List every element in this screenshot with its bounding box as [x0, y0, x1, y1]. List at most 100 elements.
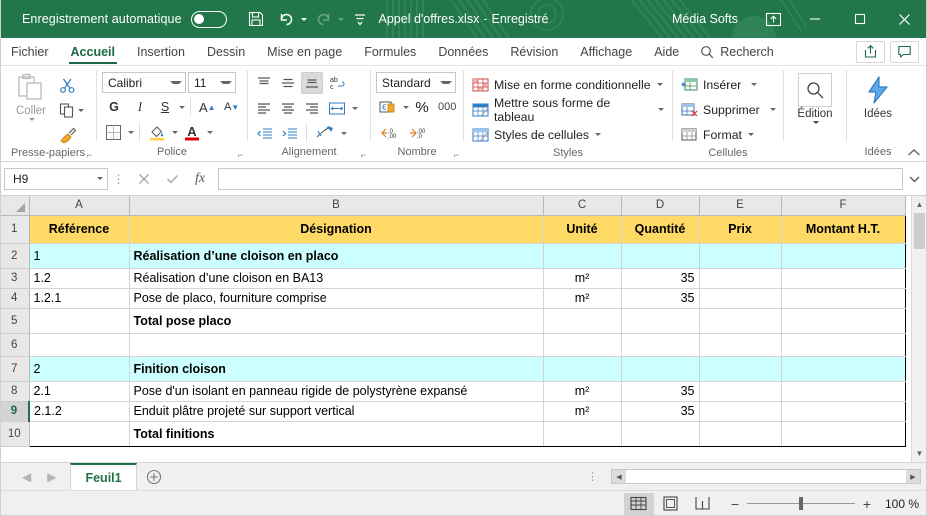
- cell-f7[interactable]: [781, 356, 906, 382]
- zoom-level-label[interactable]: 100 %: [885, 497, 919, 511]
- undo-dropdown-icon[interactable]: [300, 17, 307, 21]
- expand-formula-bar-icon[interactable]: [905, 168, 923, 190]
- italic-button[interactable]: I: [128, 96, 152, 118]
- font-family-dropdown-icon[interactable]: [170, 81, 182, 84]
- copy-button[interactable]: [57, 98, 84, 122]
- font-size-dropdown-icon[interactable]: [220, 81, 232, 84]
- tab-mise-en-page[interactable]: Mise en page: [256, 38, 353, 65]
- cell-styles-button[interactable]: Styles de cellules: [469, 123, 667, 146]
- wrap-text-dropdown-icon[interactable]: [352, 106, 358, 110]
- zoom-out-button[interactable]: −: [730, 496, 740, 512]
- align-right-button[interactable]: [301, 97, 323, 119]
- cell-c8[interactable]: m²: [543, 381, 622, 402]
- close-button[interactable]: [882, 0, 927, 38]
- ideas-button[interactable]: Idées: [852, 71, 904, 120]
- tab-affichage[interactable]: Affichage: [569, 38, 643, 65]
- tab-formules[interactable]: Formules: [353, 38, 427, 65]
- alignment-dialog-launcher-icon[interactable]: ⌐: [361, 150, 366, 160]
- row-header-7[interactable]: 7: [0, 356, 30, 382]
- font-dialog-launcher-icon[interactable]: ⌐: [238, 150, 243, 160]
- add-sheet-icon[interactable]: [137, 463, 171, 490]
- paste-button[interactable]: Coller: [5, 71, 57, 121]
- vertical-scrollbar[interactable]: ▲ ▼: [911, 196, 927, 462]
- cell-f1[interactable]: Montant H.T.: [781, 214, 906, 244]
- accounting-dropdown-icon[interactable]: [403, 105, 409, 109]
- scroll-down-icon[interactable]: ▼: [912, 445, 927, 462]
- scroll-right-icon[interactable]: ▶: [906, 470, 920, 483]
- format-as-table-dropdown-icon[interactable]: [658, 108, 664, 111]
- undo-button[interactable]: [273, 6, 307, 32]
- cell-f3[interactable]: [781, 268, 906, 289]
- column-header-f[interactable]: F: [781, 196, 906, 216]
- name-box[interactable]: H9: [4, 167, 108, 190]
- share-icon[interactable]: [856, 40, 885, 63]
- tab-accueil[interactable]: Accueil: [60, 38, 126, 65]
- cell-b9[interactable]: Enduit plâtre projeté sur support vertic…: [129, 401, 544, 422]
- borders-button[interactable]: [102, 121, 125, 143]
- bold-button[interactable]: G: [102, 96, 126, 118]
- font-color-dropdown-icon[interactable]: [207, 130, 213, 134]
- underline-button[interactable]: S: [154, 96, 176, 118]
- number-dialog-launcher-icon[interactable]: ⌐: [454, 150, 459, 160]
- save-icon[interactable]: [243, 6, 270, 32]
- cell-b8[interactable]: Pose d'un isolant en panneau rigide de p…: [129, 381, 544, 402]
- insert-cells-dropdown-icon[interactable]: [751, 83, 758, 86]
- font-color-button[interactable]: A: [180, 121, 204, 143]
- cell-a9[interactable]: 2.1.2: [28, 401, 130, 422]
- cell-a3[interactable]: 1.2: [28, 268, 130, 289]
- borders-dropdown-icon[interactable]: [128, 130, 134, 134]
- vertical-scroll-thumb[interactable]: [914, 213, 925, 249]
- cell-c4[interactable]: m²: [543, 288, 622, 309]
- align-bottom-button[interactable]: [301, 72, 323, 94]
- cell-d1[interactable]: Quantité: [621, 214, 700, 244]
- merge-center-dropdown-icon[interactable]: [341, 131, 347, 135]
- paste-dropdown-icon[interactable]: [28, 118, 35, 121]
- tab-split-handle[interactable]: ⋮: [581, 470, 605, 483]
- cell-e2[interactable]: [699, 243, 782, 269]
- tab-revision[interactable]: Révision: [499, 38, 569, 65]
- cell-f4[interactable]: [781, 288, 906, 309]
- horizontal-scrollbar[interactable]: ◀ ▶: [611, 469, 921, 484]
- customize-qat-icon[interactable]: [347, 6, 374, 32]
- cell-d7[interactable]: [621, 356, 700, 382]
- cell-e1[interactable]: Prix: [699, 214, 782, 244]
- increase-decimal-button[interactable]: ,0,00: [376, 121, 403, 143]
- cell-c5[interactable]: [543, 308, 622, 334]
- row-header-8[interactable]: 8: [0, 381, 30, 402]
- cell-f2[interactable]: [781, 243, 906, 269]
- column-header-e[interactable]: E: [699, 196, 782, 216]
- cell-f5[interactable]: [781, 308, 906, 334]
- cell-b10[interactable]: Total finitions: [129, 421, 544, 447]
- accounting-format-button[interactable]: €: [376, 96, 400, 118]
- zoom-slider-thumb[interactable]: [798, 497, 803, 510]
- page-layout-view-icon[interactable]: [656, 493, 686, 515]
- align-center-button[interactable]: [277, 97, 299, 119]
- cell-b3[interactable]: Réalisation d’une cloison en BA13: [129, 268, 544, 289]
- format-as-table-button[interactable]: Mettre sous forme de tableau: [469, 96, 667, 124]
- align-middle-button[interactable]: [277, 72, 299, 94]
- cell-f8[interactable]: [781, 381, 906, 402]
- horizontal-scroll-thumb[interactable]: [626, 470, 906, 483]
- cell-f6[interactable]: [781, 333, 906, 357]
- increase-indent-button[interactable]: [278, 122, 301, 144]
- cell-a8[interactable]: 2.1: [28, 381, 130, 402]
- cell-c10[interactable]: [543, 421, 622, 447]
- tab-dessin[interactable]: Dessin: [196, 38, 256, 65]
- row-header-9[interactable]: 9: [0, 401, 30, 422]
- decrease-font-size-button[interactable]: A ▼: [221, 96, 243, 118]
- underline-dropdown-icon[interactable]: [179, 105, 185, 109]
- copy-dropdown-icon[interactable]: [78, 108, 84, 112]
- align-top-button[interactable]: [253, 72, 275, 94]
- worksheet-grid[interactable]: A B C D E F 1 Référence Désignation Unit…: [0, 195, 927, 462]
- editing-dropdown-icon[interactable]: [812, 121, 819, 124]
- maximize-button[interactable]: [837, 0, 882, 38]
- cell-a4[interactable]: 1.2.1: [28, 288, 130, 309]
- conditional-formatting-dropdown-icon[interactable]: [656, 83, 663, 86]
- number-format-dropdown-icon[interactable]: [440, 81, 452, 84]
- percent-style-button[interactable]: %: [411, 96, 433, 118]
- cell-c7[interactable]: [543, 356, 622, 382]
- cell-d4[interactable]: 35: [621, 288, 700, 309]
- row-header-5[interactable]: 5: [0, 308, 30, 334]
- align-left-button[interactable]: [253, 97, 275, 119]
- increase-font-size-button[interactable]: A ▲: [196, 96, 219, 118]
